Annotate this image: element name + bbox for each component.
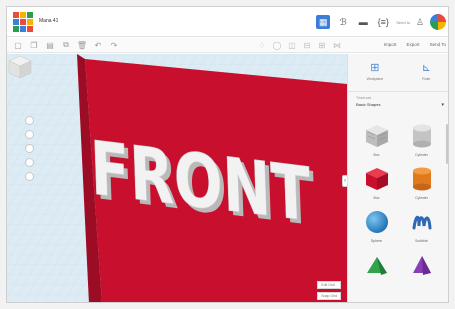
workplane-viewport[interactable]: FRONT FRONT Edit Grid Snap Grid — [7, 54, 347, 303]
shape-scribble[interactable]: Scribble — [399, 208, 444, 243]
top-bar: Mana 41 ▦ ℬ ▬ {≡} Send to ♙ — [7, 7, 448, 37]
header-actions: ▦ ℬ ▬ {≡} Send to ♙ — [316, 13, 446, 31]
app-window: Mana 41 ▦ ℬ ▬ {≡} Send to ♙ ▢ ❐ ▤ ⧉ 🗑 ↶ … — [6, 6, 449, 303]
group-icon[interactable]: ◫ — [287, 40, 297, 50]
edit-grid-button[interactable]: Edit Grid — [317, 281, 341, 289]
avatar[interactable] — [430, 14, 446, 30]
view-cube-icon[interactable] — [7, 54, 33, 80]
workplane-tool[interactable]: ⊞ Workplane — [367, 62, 384, 91]
tab-import[interactable]: Import — [384, 40, 397, 50]
box-icon — [365, 168, 388, 190]
tab-send-to[interactable]: Send To — [430, 40, 446, 50]
mirror-icon[interactable]: ⋈ — [332, 40, 342, 50]
bricks-icon[interactable]: ▬ — [356, 15, 370, 29]
ungroup-icon[interactable]: ⊟ — [302, 40, 312, 50]
shape-label: Cylinder — [415, 196, 428, 200]
shape-label: Box — [373, 153, 380, 157]
perspective-icon[interactable] — [25, 172, 34, 181]
library-value: Basic Shapes — [356, 102, 381, 107]
duplicate-icon[interactable]: ⧉ — [61, 40, 71, 50]
edit-tools: ▢ ❐ ▤ ⧉ 🗑 ↶ ↷ — [13, 40, 119, 50]
zoom-in-icon[interactable] — [25, 144, 34, 153]
redo-icon[interactable]: ↷ — [109, 40, 119, 50]
zoom-out-icon[interactable] — [25, 158, 34, 167]
shape-roof[interactable] — [354, 251, 399, 286]
edit-toolbar: ▢ ❐ ▤ ⧉ 🗑 ↶ ↷ ♢ ◯ ◫ ⊟ ⊞ ⋈ Import Export … — [7, 37, 448, 53]
view-controls — [25, 116, 34, 181]
code-blocks-icon[interactable]: {≡} — [376, 15, 390, 29]
shape-tools: ♢ ◯ ◫ ⊟ ⊞ ⋈ — [257, 40, 342, 50]
design-title[interactable]: Mana 41 — [39, 18, 58, 24]
roof-icon — [366, 257, 387, 275]
tab-export[interactable]: Export — [407, 40, 420, 50]
delete-icon[interactable]: 🗑 — [77, 40, 87, 50]
shape-grid: Box Cylinder Box Cylinder Sphere Scribbl… — [354, 122, 444, 286]
shape-cylinder-hole[interactable]: Cylinder — [399, 122, 444, 157]
align-icon[interactable]: ⊞ — [317, 40, 327, 50]
cone-icon — [412, 256, 431, 275]
grid-controls: Edit Grid Snap Grid — [317, 281, 341, 300]
send-to-link[interactable]: Send to — [396, 20, 410, 25]
undo-icon[interactable]: ↶ — [93, 40, 103, 50]
library-dropdown[interactable]: Basic Shapes ▾ — [356, 102, 446, 110]
ruler-icon: ⊾ — [421, 62, 432, 74]
light-bulb-icon[interactable]: ♢ — [257, 40, 267, 50]
cylinder-hole-icon — [412, 124, 431, 148]
3d-view-icon[interactable]: ▦ — [316, 15, 331, 29]
box-hole-icon — [365, 125, 388, 147]
shape-box-hole[interactable]: Box — [354, 122, 399, 157]
import-export-tabs: Import Export Send To — [384, 40, 446, 50]
shape-label: Sphere — [370, 239, 383, 243]
cylinder-icon — [412, 167, 431, 191]
scribble-icon — [412, 215, 431, 230]
note-icon[interactable]: ◯ — [272, 40, 282, 50]
workplane-label: Workplane — [366, 77, 384, 81]
blocks-icon[interactable]: ℬ — [336, 15, 350, 29]
chevron-down-icon: ▾ — [441, 102, 444, 108]
ruler-label: Ruler — [422, 77, 431, 81]
shapes-panel: ⊞ Workplane ⊾ Ruler Tinkercad Basic Shap… — [347, 54, 448, 302]
panel-tools: ⊞ Workplane ⊾ Ruler — [348, 54, 448, 92]
paste-icon[interactable]: ▤ — [45, 40, 55, 50]
ruler-tool[interactable]: ⊾ Ruler — [420, 62, 432, 91]
shape-cylinder[interactable]: Cylinder — [399, 165, 444, 200]
copy-icon[interactable]: ❐ — [29, 40, 39, 50]
sphere-icon — [365, 211, 388, 233]
shape-label: Box — [373, 196, 380, 200]
home-view-icon[interactable] — [25, 116, 34, 125]
snap-grid-button[interactable]: Snap Grid — [317, 292, 341, 300]
add-user-icon[interactable]: ♙ — [416, 17, 424, 27]
library-label: Tinkercad — [356, 96, 372, 100]
shape-label: Scribble — [415, 239, 428, 243]
shape-sphere[interactable]: Sphere — [354, 208, 399, 243]
fit-view-icon[interactable] — [25, 130, 34, 139]
shape-label: Cylinder — [415, 153, 428, 157]
shape-cone[interactable] — [399, 251, 444, 286]
panel-scrollbar[interactable] — [446, 124, 448, 164]
workplane-scene[interactable]: FRONT FRONT — [7, 54, 347, 303]
tinkercad-logo[interactable] — [13, 12, 33, 32]
workplane-icon: ⊞ — [370, 62, 380, 74]
shape-box[interactable]: Box — [354, 165, 399, 200]
new-design-icon[interactable]: ▢ — [13, 40, 23, 50]
